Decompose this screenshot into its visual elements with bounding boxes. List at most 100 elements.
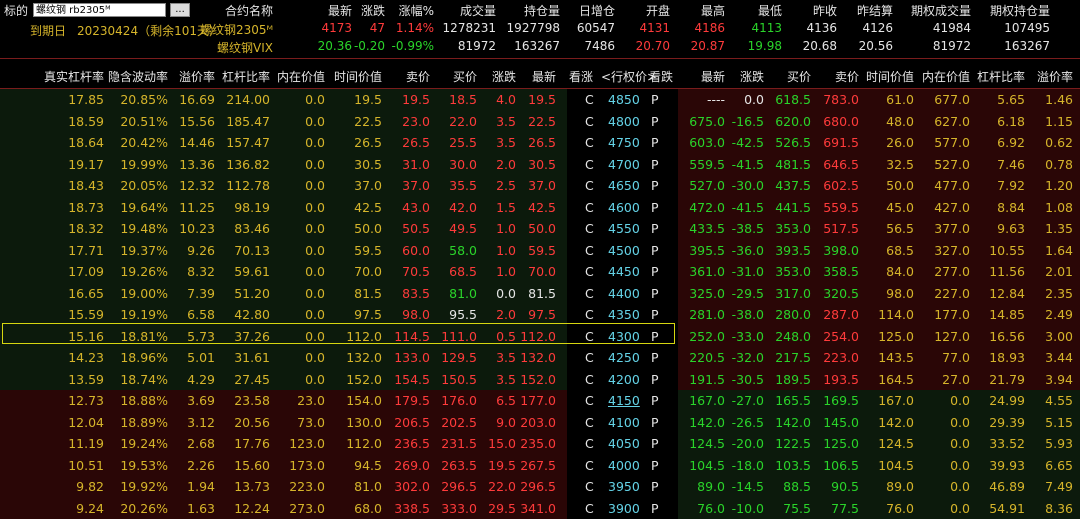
put-cell: 252.0 [689,326,725,348]
call-cell: 14.23 [68,347,104,369]
call-cell: 223.0 [289,476,325,498]
table-row[interactable]: 12.7318.88%3.6923.5823.0154.0179.5176.06… [0,390,1080,412]
call-cell: 15.60 [234,455,270,477]
table-row[interactable]: 13.5918.74%4.2927.450.0152.0154.5150.53.… [0,369,1080,391]
put-col-header: 溢价率 [1037,68,1073,85]
call-marker: C [585,132,594,154]
call-marker: C [585,89,594,111]
call-cell: 9.26 [187,240,215,262]
header-col-0: 合约名称 [225,2,273,19]
call-marker: C [585,433,594,455]
selected-row-highlight [2,323,675,344]
call-cell: 12.04 [68,412,104,434]
put-cell: 145.0 [823,412,859,434]
call-cell: 70.5 [402,261,430,283]
call-cell: 176.0 [441,390,477,412]
call-cell: 22.0 [488,476,516,498]
table-row[interactable]: 17.0919.26%8.3259.610.070.070.568.51.070… [0,261,1080,283]
put-cell: 353.0 [775,261,811,283]
put-cell: 4.55 [1045,390,1073,412]
put-cell: 16.56 [989,326,1025,348]
call-cell: 25.5 [449,132,477,154]
call-cell: 70.13 [234,240,270,262]
put-cell: 33.52 [989,433,1025,455]
put-cell: 14.85 [989,304,1025,326]
table-row[interactable]: 18.3219.48%10.2383.460.050.050.549.51.05… [0,218,1080,240]
table-row[interactable]: 17.8520.85%16.69214.000.019.519.518.54.0… [0,89,1080,111]
table-row[interactable]: 17.7119.37%9.2670.130.059.560.058.01.059… [0,240,1080,262]
header-col-5: 持仓量 [524,2,560,19]
call-marker: C [585,476,594,498]
call-cell: 51.20 [234,283,270,305]
call-cell: 152.0 [346,369,382,391]
call-cell: 23.0 [297,390,325,412]
table-row[interactable]: 18.5920.51%15.56185.470.022.523.022.03.5… [0,111,1080,133]
header-col-4: 成交量 [460,2,496,19]
put-cell: 783.0 [823,89,859,111]
table-row[interactable]: 19.1719.99%13.36136.820.030.531.030.02.0… [0,154,1080,176]
put-cell: 437.5 [775,175,811,197]
call-cell: 1.0 [496,240,516,262]
put-cell: 142.0 [689,412,725,434]
put-cell: -14.5 [732,476,764,498]
call-cell: 0.0 [305,261,325,283]
put-cell: 680.0 [823,111,859,133]
put-cell: 10.55 [989,240,1025,262]
call-cell: 83.46 [234,218,270,240]
strike-price: 3900 [608,498,640,519]
table-row[interactable]: 11.1919.24%2.6817.76123.0112.0236.5231.5… [0,433,1080,455]
put-cell: 618.5 [775,89,811,111]
call-cell: 18.59 [68,111,104,133]
table-row[interactable]: 9.2420.26%1.6312.24273.068.0338.5333.029… [0,498,1080,519]
call-cell: 42.5 [354,197,382,219]
put-cell: 1.46 [1045,89,1073,111]
table-row[interactable]: 18.7319.64%11.2598.190.042.543.042.01.54… [0,197,1080,219]
call-cell: 19.00% [120,283,168,305]
call-cell: 50.0 [528,218,556,240]
symbol-input[interactable]: 螺纹钢 rb2305ᴹ [33,3,166,17]
call-cell: 94.5 [354,455,382,477]
header-low-value: 4113 [751,21,782,35]
table-row[interactable]: 12.0418.89%3.1220.5673.0130.0206.5202.59… [0,412,1080,434]
table-row[interactable]: 16.6519.00%7.3951.200.081.583.581.00.081… [0,283,1080,305]
call-col-header: 溢价率 [179,68,215,85]
call-cell: 19.26% [120,261,168,283]
call-cell: 26.5 [402,132,430,154]
table-row[interactable]: 9.8219.92%1.9413.73223.081.0302.0296.522… [0,476,1080,498]
header-col-3: 涨幅% [399,2,434,19]
call-cell: 22.5 [354,111,382,133]
put-cell: 0.0 [950,433,970,455]
put-cell: 32.5 [886,154,914,176]
put-cell: 5.15 [1045,412,1073,434]
symbol-picker-button[interactable]: ... [170,3,190,17]
header-col-8: 最高 [701,2,725,19]
call-cell: 20.56 [234,412,270,434]
put-cell: 0.78 [1045,154,1073,176]
strike-price: 4700 [608,154,640,176]
put-cell: 675.0 [689,111,725,133]
call-cell: 43.0 [402,197,430,219]
table-row[interactable]: 14.2318.96%5.0131.610.0132.0133.0129.53.… [0,347,1080,369]
call-cell: 3.5 [496,369,516,391]
call-cell: 31.0 [402,154,430,176]
call-cell: 296.5 [441,476,477,498]
call-cell: 26.5 [528,132,556,154]
put-cell: -16.5 [732,111,764,133]
put-cell: 393.5 [775,240,811,262]
table-row[interactable]: 10.5119.53%2.2615.60173.094.5269.0263.51… [0,455,1080,477]
table-row[interactable]: 18.4320.05%12.32112.780.037.037.035.52.5… [0,175,1080,197]
call-cell: 0.0 [496,283,516,305]
header-col-13: 期权持仓量 [990,2,1050,19]
call-cell: 18.32 [68,218,104,240]
call-cell: 20.42% [120,132,168,154]
table-row[interactable]: 18.6420.42%14.46157.470.026.526.525.53.5… [0,132,1080,154]
put-cell: 54.91 [989,498,1025,519]
put-marker: P [651,111,659,133]
put-cell: 227.0 [934,283,970,305]
call-cell: 154.5 [394,369,430,391]
put-col-header: 时间价值 [866,68,914,85]
call-cell: 0.0 [305,111,325,133]
header-prev_settle-value: 20.56 [859,39,893,53]
call-cell: 5.01 [187,347,215,369]
call-cell: 267.5 [520,455,556,477]
